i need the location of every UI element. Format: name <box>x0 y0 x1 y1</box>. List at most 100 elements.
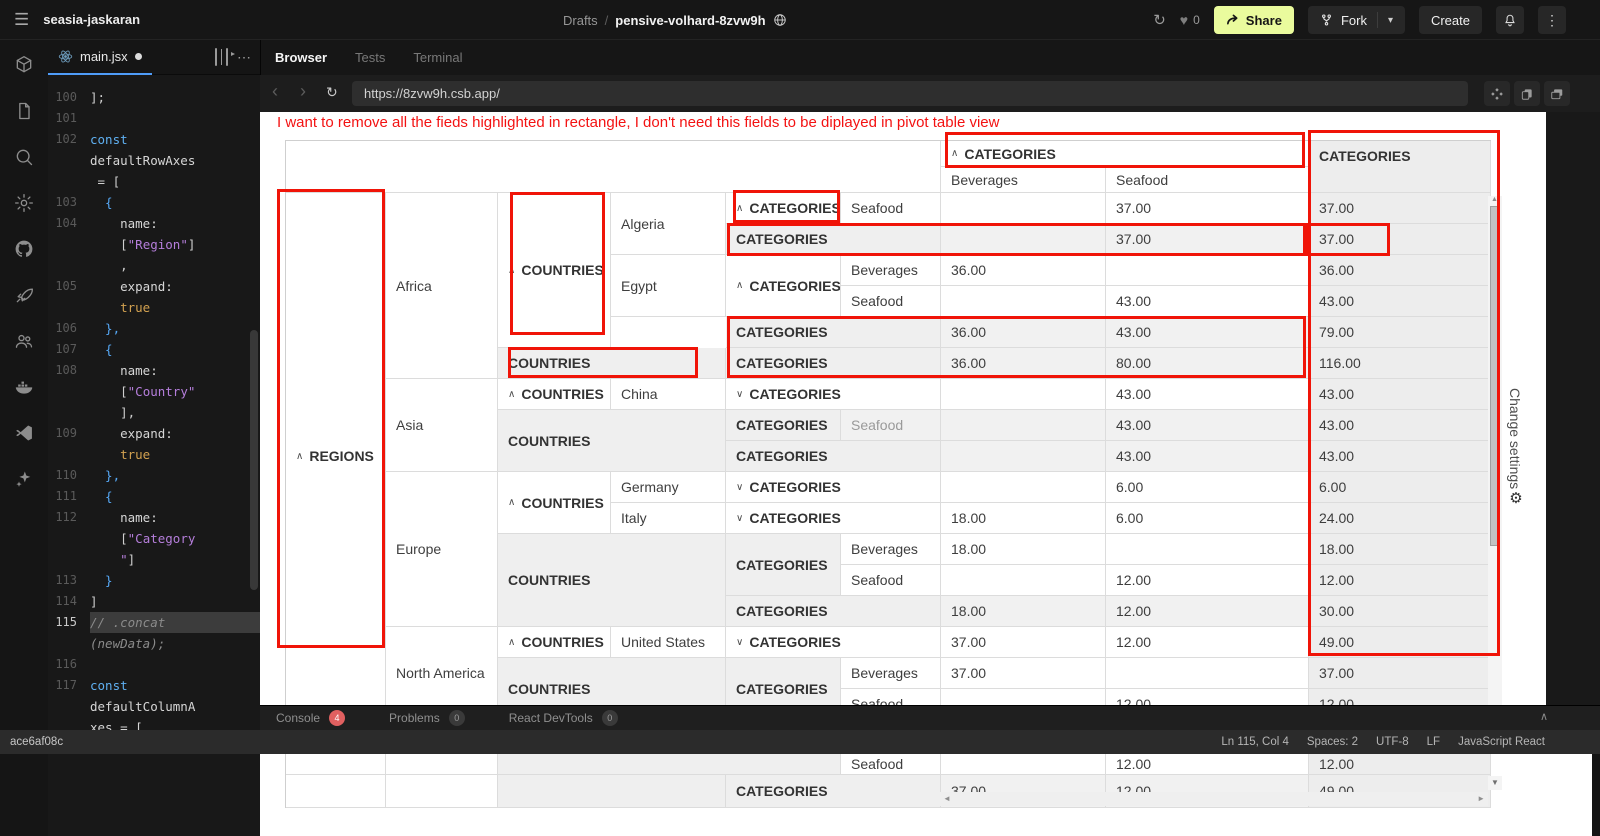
open-preview-icon[interactable] <box>226 50 228 64</box>
scroll-right-icon[interactable]: ► <box>1477 794 1485 803</box>
tab-browser[interactable]: Browser <box>261 40 341 75</box>
reload-icon[interactable]: ↻ <box>326 84 338 101</box>
pivot-cell[interactable]: ∧CATEGORIES <box>941 141 1309 167</box>
open-window-icon[interactable] <box>1544 81 1570 106</box>
collapse-icon[interactable]: ∧ <box>736 203 743 214</box>
pivot-cell[interactable]: ∨CATEGORIES <box>726 379 941 410</box>
pivot-cell[interactable]: ∨CATEGORIES <box>726 627 941 658</box>
editor-more-icon[interactable]: ⋯ <box>237 50 251 64</box>
breadcrumb-project[interactable]: pensive-volhard-8zvw9h <box>615 13 765 28</box>
pivot-cell: 80.00 <box>1106 348 1309 379</box>
docker-icon[interactable] <box>14 377 34 397</box>
devtools-tab-console[interactable]: Console4 <box>276 710 345 726</box>
copy-preview-icon[interactable] <box>1514 81 1540 106</box>
cell-text: COUNTRIES <box>521 634 603 650</box>
collapse-icon[interactable]: ∧ <box>508 389 515 400</box>
collapse-icon[interactable]: ∧ <box>508 637 515 648</box>
cell-text: COUNTRIES <box>508 433 590 449</box>
count-badge: 0 <box>449 710 465 726</box>
pivot-cell[interactable]: ∧REGIONS <box>286 193 386 720</box>
fork-caret-icon[interactable]: ▾ <box>1388 15 1393 26</box>
pivot-cell[interactable]: ∧CATEGORIES <box>726 255 841 317</box>
code-text: const <box>90 129 260 150</box>
pivot-cell: 12.00 <box>1309 565 1491 596</box>
expand-icon[interactable]: ∨ <box>736 513 743 524</box>
scroll-down-icon[interactable]: ▼ <box>1488 776 1502 790</box>
sandbox-icon[interactable] <box>14 55 34 75</box>
refresh-icon[interactable]: ↻ <box>1153 11 1166 29</box>
line-number: 106 <box>48 318 90 339</box>
pivot-cell: 12.00 <box>1106 596 1309 627</box>
table-vertical-scrollbar[interactable]: ▲ <box>1488 196 1502 705</box>
status-item[interactable]: Spaces: 2 <box>1307 736 1358 748</box>
collapse-icon[interactable]: ∧ <box>296 451 303 462</box>
devtools-tab-react-devtools[interactable]: React DevTools0 <box>509 710 618 726</box>
code-line: true <box>48 297 260 318</box>
code-line: 110 }, <box>48 465 260 486</box>
code-editor[interactable]: 100];101102constdefaultRowAxes = [103 {1… <box>48 81 260 836</box>
fork-button[interactable]: Fork ▾ <box>1308 6 1405 34</box>
split-editor-icon[interactable] <box>215 50 217 64</box>
file-icon[interactable] <box>14 101 34 121</box>
breadcrumb-folder[interactable]: Drafts <box>563 13 598 28</box>
pivot-cell[interactable]: ∨CATEGORIES <box>726 503 941 534</box>
pivot-cell[interactable]: ∧CATEGORIES <box>726 193 841 224</box>
devtools-tab-problems[interactable]: Problems0 <box>389 710 465 726</box>
vscode-icon[interactable] <box>14 423 34 443</box>
back-icon[interactable]: ‹ <box>272 81 278 102</box>
collapse-icon[interactable]: ∧ <box>736 280 743 291</box>
team-icon[interactable] <box>14 331 34 351</box>
tab-terminal[interactable]: Terminal <box>399 40 476 75</box>
expand-devtools-icon[interactable]: ∧ <box>1540 710 1548 723</box>
status-item[interactable]: JavaScript React <box>1458 736 1545 748</box>
pivot-cell: Beverages <box>941 167 1106 193</box>
tab-tests[interactable]: Tests <box>341 40 399 75</box>
ai-sparkles-icon[interactable] <box>14 469 34 489</box>
settings-icon[interactable] <box>14 193 34 213</box>
pivot-cell[interactable]: ∧COUNTRIES <box>498 379 611 410</box>
cell-text: 43.00 <box>1319 386 1354 402</box>
rocket-icon[interactable] <box>14 285 34 305</box>
pivot-cell[interactable]: ∧COUNTRIES <box>498 472 611 534</box>
change-settings-button[interactable]: Change settings⚙ <box>1506 388 1524 507</box>
scroll-left-icon[interactable]: ◄ <box>943 794 951 803</box>
editor-scrollbar[interactable] <box>250 330 258 590</box>
pivot-cell: Seafood <box>1106 167 1309 193</box>
github-icon[interactable] <box>14 239 34 259</box>
collapse-icon[interactable]: ∧ <box>951 148 958 159</box>
status-item[interactable]: UTF-8 <box>1376 736 1409 748</box>
cell-text: Seafood <box>851 572 903 588</box>
forward-icon[interactable]: › <box>300 81 306 102</box>
cell-text: CATEGORIES <box>749 479 841 495</box>
pivot-cell[interactable]: ∧COUNTRIES <box>498 193 611 348</box>
notifications-button[interactable] <box>1496 6 1524 34</box>
expand-icon[interactable]: ∨ <box>736 389 743 400</box>
topbar-actions: ↻ ♥0 Share Fork ▾ Create ⋮ <box>1153 0 1566 40</box>
more-options-button[interactable]: ⋮ <box>1538 6 1566 34</box>
pivot-cell[interactable]: ∧ COUNTRIES <box>498 627 611 658</box>
code-text: true <box>90 297 260 318</box>
likes-counter[interactable]: ♥0 <box>1180 12 1200 28</box>
scroll-up-icon[interactable]: ▲ <box>1491 196 1498 203</box>
status-item[interactable]: Ln 115, Col 4 <box>1221 736 1289 748</box>
create-button[interactable]: Create <box>1419 6 1482 34</box>
expand-icon[interactable]: ∨ <box>736 482 743 493</box>
collapse-icon[interactable]: ∧ <box>508 265 515 276</box>
status-right-items: Ln 115, Col 4 Spaces: 2 UTF-8 LF JavaScript … <box>1221 736 1545 748</box>
scrollbar-thumb[interactable] <box>1490 206 1500 546</box>
preview-actions-icon[interactable] <box>1484 81 1510 106</box>
tab-main-jsx[interactable]: main.jsx <box>48 40 152 75</box>
table-horizontal-scrollbar[interactable]: ◄► <box>940 792 1488 806</box>
collapse-icon[interactable]: ∧ <box>508 497 515 508</box>
pivot-cell: 36.00 <box>1309 255 1491 286</box>
share-button[interactable]: Share <box>1214 6 1294 34</box>
workspace-name[interactable]: seasia-jaskaran <box>43 12 140 27</box>
pivot-cell[interactable]: ∨ CATEGORIES <box>726 472 941 503</box>
url-bar[interactable]: https://8zvw9h.csb.app/ <box>352 81 1468 106</box>
expand-icon[interactable]: ∨ <box>736 637 743 648</box>
hamburger-menu-icon[interactable]: ☰ <box>14 10 29 30</box>
status-item[interactable]: LF <box>1427 736 1440 748</box>
commit-hash[interactable]: ace6af08c <box>10 736 63 748</box>
search-icon[interactable] <box>14 147 34 167</box>
code-text: "] <box>90 549 260 570</box>
